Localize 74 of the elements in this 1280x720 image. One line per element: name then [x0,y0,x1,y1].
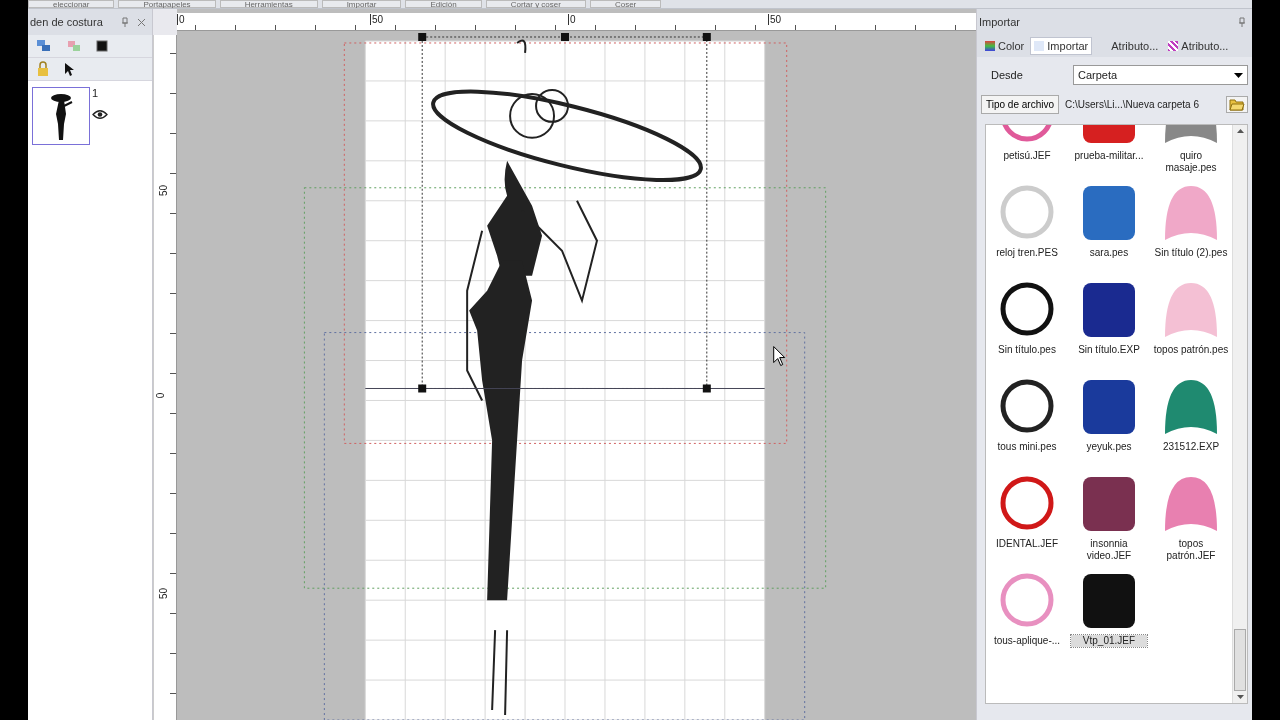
file-item[interactable]: sara.pes [1068,182,1150,279]
pin-icon[interactable] [121,17,129,27]
file-item[interactable]: topos patrón.JEF [1150,473,1232,570]
source-dropdown[interactable]: Carpeta [1073,65,1248,85]
file-name: tous-aplique-... [992,635,1062,647]
file-item[interactable]: reloj tren.PES [986,182,1068,279]
file-item[interactable]: Sin título.pes [986,279,1068,376]
ruler-label: 50 [158,184,170,197]
ribbon-group-tab[interactable]: Importar [321,0,402,8]
file-name: Sin título (2).pes [1153,247,1229,259]
scroll-thumb[interactable] [1234,629,1246,691]
file-name: Sin título.EXP [1077,344,1141,356]
file-name: yeyuk.pes [1085,441,1133,453]
file-name: 231512.EXP [1161,441,1221,453]
file-item[interactable]: quiro masaje.pes [1150,125,1232,182]
file-name: insonnia video.JEF [1085,538,1133,562]
cursor-icon [773,346,786,366]
panel-title: den de costura [29,16,104,28]
file-item[interactable]: Vtp_01.JEF [1068,570,1150,667]
file-name: reloj tren.PES [995,247,1059,259]
file-item[interactable]: topos patrón.pes [1150,279,1232,376]
eye-icon[interactable] [92,109,108,120]
ribbon-group-tab[interactable]: Herramientas [219,0,318,8]
file-item[interactable]: insonnia video.JEF [1068,473,1150,570]
file-name: IDENTAL.JEF [994,538,1059,550]
file-item[interactable]: prueba-militar... [1068,125,1150,182]
file-name: quiro masaje.pes [1164,150,1218,174]
ruler-label: 0 [568,14,576,25]
pin-icon[interactable] [1238,17,1246,27]
ribbon-group-tab[interactable]: Coser [589,0,662,8]
dropdown-arrow-icon [1234,72,1243,78]
ruler-label: 50 [158,587,170,600]
file-name: Vtp_01.JEF [1071,635,1147,647]
ribbon-group-tab[interactable]: Portapapeles [118,0,216,8]
design-thumbnail[interactable] [32,87,90,145]
open-folder-button[interactable] [1226,96,1248,113]
folder-path: C:\Users\Li...\Nueva carpeta 6 [1065,99,1200,110]
file-name: sara.pes [1088,247,1130,259]
color-square-icon[interactable] [96,40,108,52]
ribbon-group-tab[interactable]: Edición [405,0,482,8]
layers-icon[interactable] [36,39,52,53]
file-item[interactable]: tous-aplique-... [986,570,1068,667]
layer-number: 1 [92,87,100,99]
file-item[interactable]: Sin título (2).pes [1150,182,1232,279]
file-item[interactable]: yeyuk.pes [1068,376,1150,473]
ribbon-group-tab[interactable]: eleccionar [28,0,115,8]
ruler-label: 0 [155,392,167,399]
ruler-label: 0 [177,14,185,25]
ruler-label: 50 [370,14,384,25]
file-name: topos patrón.JEF [1165,538,1217,562]
scroll-down-icon[interactable] [1236,695,1244,699]
field-label: Desde [990,69,1024,81]
file-name: tous mini.pes [996,441,1058,453]
panel-tab[interactable]: Atributo... [1094,37,1163,55]
file-name: Sin título.pes [997,344,1057,356]
panel-title: Importar [978,16,1021,28]
close-icon[interactable] [137,17,146,27]
ribbon-group-tab[interactable]: Cortar y coser [485,0,586,8]
panel-tab[interactable]: Color [981,37,1029,55]
lock-icon[interactable] [36,61,50,77]
file-name: topos patrón.pes [1153,344,1229,356]
file-type-button[interactable]: Tipo de archivo [981,95,1059,114]
file-item[interactable]: tous mini.pes [986,376,1068,473]
pointer-icon[interactable] [64,62,76,76]
file-name: petisú.JEF [1002,150,1052,162]
panel-tab[interactable]: Importar [1030,37,1093,55]
panel-tab[interactable]: Atributo... [1164,37,1233,55]
file-item[interactable]: Sin título.EXP [1068,279,1150,376]
file-item[interactable]: 231512.EXP [1150,376,1232,473]
file-name: prueba-militar... [1073,150,1145,162]
file-item[interactable]: petisú.JEF [986,125,1068,182]
file-item[interactable]: IDENTAL.JEF [986,473,1068,570]
ruler-label: 50 [768,14,782,25]
scroll-up-icon[interactable] [1236,129,1244,133]
